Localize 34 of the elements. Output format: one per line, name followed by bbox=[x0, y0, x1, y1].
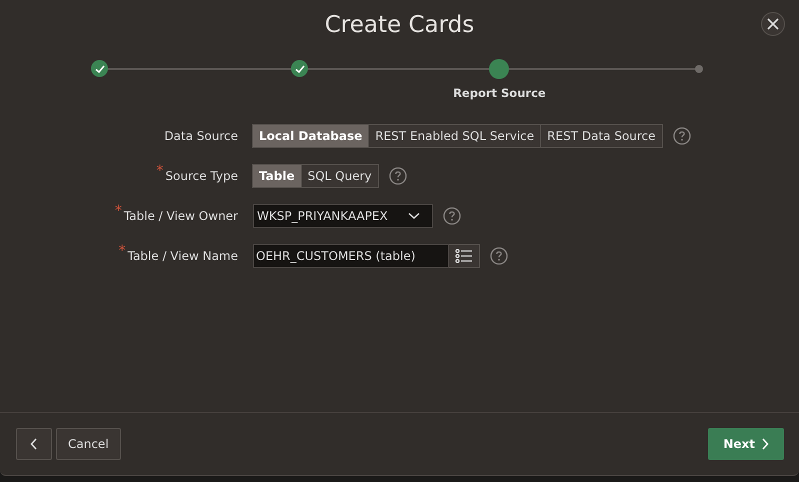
chevron-right-icon bbox=[761, 438, 769, 450]
list-icon bbox=[455, 249, 473, 263]
input-field[interactable]: OEHR_CUSTOMERS (table) bbox=[253, 244, 449, 268]
step-label: Report Source bbox=[453, 86, 546, 100]
segment-option[interactable]: Table bbox=[252, 164, 302, 188]
help-icon[interactable] bbox=[490, 247, 508, 265]
completed-step-icon bbox=[291, 60, 308, 77]
chevron-down-icon bbox=[408, 212, 420, 220]
segment-option[interactable]: Local Database bbox=[252, 124, 370, 148]
help-icon[interactable] bbox=[443, 207, 461, 225]
current-step-marker bbox=[489, 59, 510, 79]
list-button[interactable] bbox=[449, 244, 480, 268]
segment-option[interactable]: SQL Query bbox=[300, 164, 379, 188]
field-label: Table / View Name bbox=[128, 249, 238, 263]
select-field[interactable]: WKSP_PRIYANKAAPEX bbox=[253, 204, 433, 228]
field-label: Table / View Owner bbox=[124, 209, 238, 223]
completed-step-icon bbox=[91, 60, 108, 77]
back-button[interactable] bbox=[16, 428, 52, 460]
pending-step-marker bbox=[695, 65, 704, 73]
segment-option[interactable]: REST Enabled SQL Service bbox=[368, 124, 542, 148]
help-icon[interactable] bbox=[672, 127, 691, 145]
chevron-left-icon bbox=[30, 438, 38, 450]
next-button[interactable]: Next bbox=[708, 428, 784, 460]
close-button[interactable] bbox=[761, 12, 785, 36]
cancel-button[interactable]: Cancel bbox=[56, 428, 121, 460]
close-icon bbox=[767, 18, 779, 30]
field-label: Data Source bbox=[164, 129, 238, 143]
required-marker: * bbox=[114, 203, 122, 219]
dialog-title: Create Cards bbox=[324, 11, 474, 40]
required-marker: * bbox=[118, 243, 126, 259]
segment-option[interactable]: REST Data Source bbox=[540, 124, 663, 148]
field-label: Source Type bbox=[165, 169, 238, 183]
required-marker: * bbox=[156, 163, 164, 179]
help-icon[interactable] bbox=[388, 167, 407, 185]
